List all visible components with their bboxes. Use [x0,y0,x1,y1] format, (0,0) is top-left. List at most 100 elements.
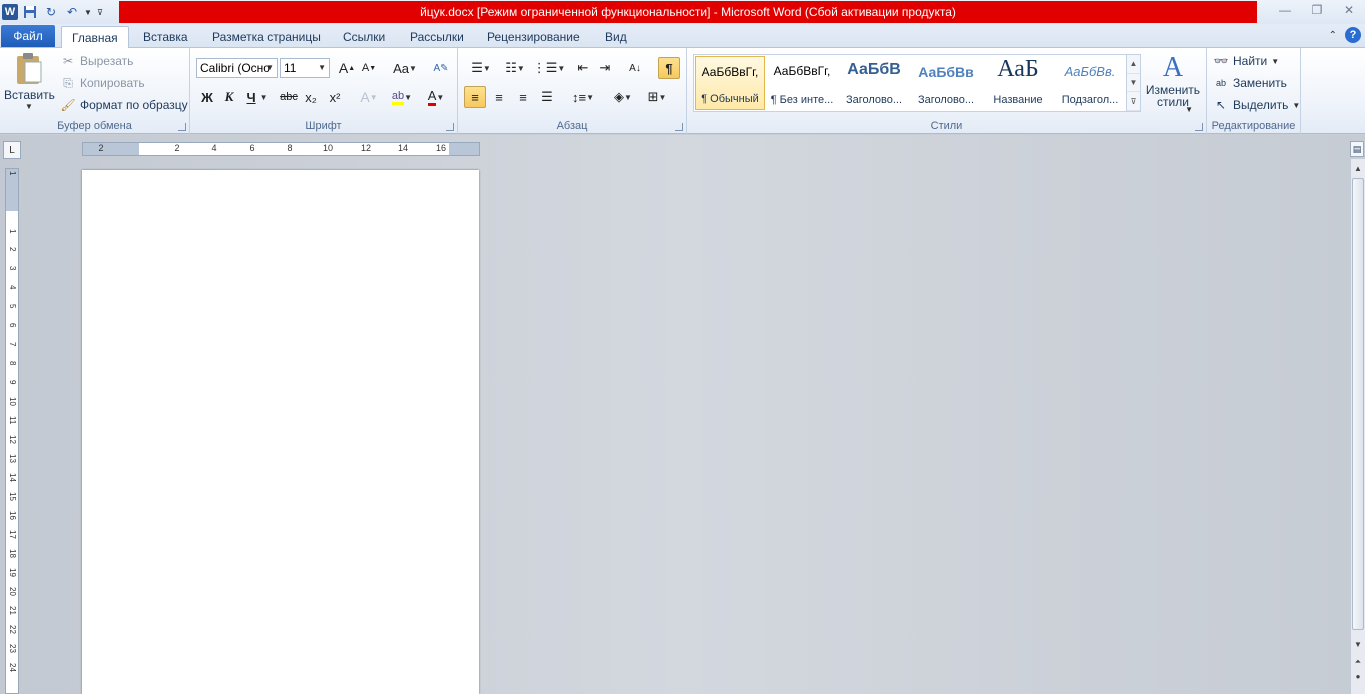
change-case-button[interactable]: Aa ▼ [390,57,420,79]
bold-button[interactable]: Ж [196,86,218,108]
styles-gallery: АаБбВвГг, ¶ Обычный АаБбВвГг, ¶ Без инте… [693,54,1141,112]
find-button[interactable]: 👓 Найти ▼ [1213,51,1280,71]
multilevel-list-button[interactable]: ⋮☰ ▼ [533,57,566,79]
line-spacing-button[interactable]: ↕≡ ▼ [568,86,598,108]
borders-icon: ⊞ [647,89,659,104]
superscript-button[interactable]: x² [324,86,346,108]
change-styles-button[interactable]: A Изменить стили ▼ [1145,52,1201,116]
show-formatting-marks-button[interactable]: ¶ [658,57,680,79]
tab-review[interactable]: Рецензирование [477,26,590,48]
group-editing: 👓 Найти ▼ ab Заменить ↖ Выделить ▼ Редакти… [1207,48,1301,134]
shading-button[interactable]: ◈ ▼ [608,86,638,108]
format-painter-button[interactable]: 🖌 Формат по образцу [60,95,187,115]
word-app-icon[interactable]: W [2,4,18,20]
font-group-label: Шрифт [305,120,342,132]
grow-font-button[interactable]: A ▲ [336,57,358,79]
style-name: Заголово... [917,94,975,106]
gallery-down-icon[interactable]: ▼ [1127,74,1140,93]
document-page[interactable] [82,170,479,694]
align-right-button[interactable]: ≡ [512,86,534,108]
gallery-more-icon[interactable]: ⊽ [1127,92,1140,112]
subscript-button[interactable]: x₂ [300,86,322,108]
style-heading-1[interactable]: АаБбВ Заголово... [839,56,909,110]
save-icon[interactable] [21,3,39,21]
ruler-tick-label: 6 [8,323,17,328]
clear-formatting-icon: A✎ [433,62,449,74]
font-color-button[interactable]: A ▼ [422,86,450,108]
customize-qat-icon[interactable]: ⊽ [95,3,105,21]
text-effects-button[interactable]: A ▼ [356,86,382,108]
decrease-indent-button[interactable]: ⇤ [572,57,594,79]
tab-stop-selector[interactable]: L [3,141,21,159]
clipboard-launcher-icon[interactable] [178,123,186,131]
horizontal-ruler[interactable]: 2 2 4 6 8 10 12 14 16 [82,142,480,156]
copy-button[interactable]: ⎘ Копировать [60,73,144,93]
paste-button[interactable]: Вставить ▼ [4,52,55,114]
cut-button[interactable]: ✂ Вырезать [60,51,133,71]
style-preview: АаБбВ [847,61,901,78]
highlighter-icon: ab [391,90,405,105]
shrink-font-button[interactable]: A ▼ [358,57,380,79]
font-size-combo[interactable]: 11 ▼ [280,58,330,78]
sort-button[interactable]: A↓ [624,57,646,79]
increase-indent-button[interactable]: ⇥ [594,57,616,79]
numbering-button[interactable]: ☷ ▼ [500,57,530,79]
document-workspace: L 2 2 4 6 8 10 12 14 16 1 1 2 3 4 5 6 7 … [0,135,1365,694]
ruler-tick-label: 22 [8,625,17,634]
select-button[interactable]: ↖ Выделить ▼ [1213,95,1300,115]
style-title[interactable]: АаБ Название [983,56,1053,110]
restore-button[interactable]: ❐ [1301,0,1333,20]
style-preview: АаБбВвГг, [701,65,759,79]
vertical-scrollbar[interactable]: ▲ ▼ ⏶ ● [1350,159,1365,694]
previous-page-icon[interactable]: ⏶ [1351,655,1365,669]
align-center-icon: ≡ [495,89,503,105]
font-launcher-icon[interactable] [446,123,454,131]
underline-button[interactable]: Ч ▼ [242,86,272,108]
scrollbar-thumb[interactable] [1352,178,1364,630]
ruler-tick-label: 11 [8,416,17,425]
undo-icon[interactable]: ↶ [63,3,81,21]
undo-dropdown-icon[interactable]: ▼ [84,3,92,21]
chevron-down-icon: ▼ [318,63,326,72]
ruler-tick-label: 4 [8,285,17,290]
style-heading-2[interactable]: АаБбВв Заголово... [911,56,981,110]
align-center-button[interactable]: ≡ [488,86,510,108]
repeat-icon[interactable]: ↻ [42,3,60,21]
minimize-ribbon-icon[interactable]: ⌃ [1329,30,1337,41]
gallery-up-icon[interactable]: ▲ [1127,55,1140,74]
tab-view[interactable]: Вид [595,26,637,48]
paragraph-launcher-icon[interactable] [675,123,683,131]
ruler-tick-label: 14 [8,473,17,482]
tab-page-layout[interactable]: Разметка страницы [202,26,331,48]
align-left-button[interactable]: ≡ [464,86,486,108]
style-name: Заголово... [845,94,903,106]
tab-file[interactable]: Файл [1,25,55,47]
style-no-spacing[interactable]: АаБбВвГг, ¶ Без инте... [767,56,837,110]
ruler-tick-label: 20 [8,587,17,596]
browse-object-icon[interactable]: ● [1351,669,1365,683]
scroll-up-icon[interactable]: ▲ [1351,161,1365,175]
bullets-button[interactable]: ☰ ▼ [466,57,496,79]
help-icon[interactable]: ? [1345,27,1361,43]
style-normal[interactable]: АаБбВвГг, ¶ Обычный [695,56,765,110]
style-subtitle[interactable]: АаБбВв. Подзагол... [1055,56,1125,110]
font-name-combo[interactable]: Calibri (Осно ▼ [196,58,278,78]
strikethrough-button[interactable]: abc [278,86,300,108]
vertical-ruler[interactable]: 1 1 2 3 4 5 6 7 8 9 10 11 12 13 14 15 16… [5,168,19,694]
view-ruler-icon[interactable]: ▤ [1350,141,1364,157]
scroll-down-icon[interactable]: ▼ [1351,637,1365,651]
close-button[interactable]: ✕ [1333,0,1365,20]
clear-formatting-button[interactable]: A✎ [430,57,452,79]
minimize-button[interactable]: — [1269,0,1301,20]
highlight-button[interactable]: ab ▼ [388,86,416,108]
tab-home[interactable]: Главная [61,26,129,48]
italic-button[interactable]: К [218,86,240,108]
tab-references[interactable]: Ссылки [333,26,395,48]
styles-launcher-icon[interactable] [1195,123,1203,131]
replace-button[interactable]: ab Заменить [1213,73,1287,93]
tab-mailings[interactable]: Рассылки [400,26,474,48]
numbering-icon: ☷ [505,60,517,75]
tab-insert[interactable]: Вставка [133,26,198,48]
borders-button[interactable]: ⊞ ▼ [642,86,672,108]
justify-button[interactable]: ☰ [536,86,558,108]
